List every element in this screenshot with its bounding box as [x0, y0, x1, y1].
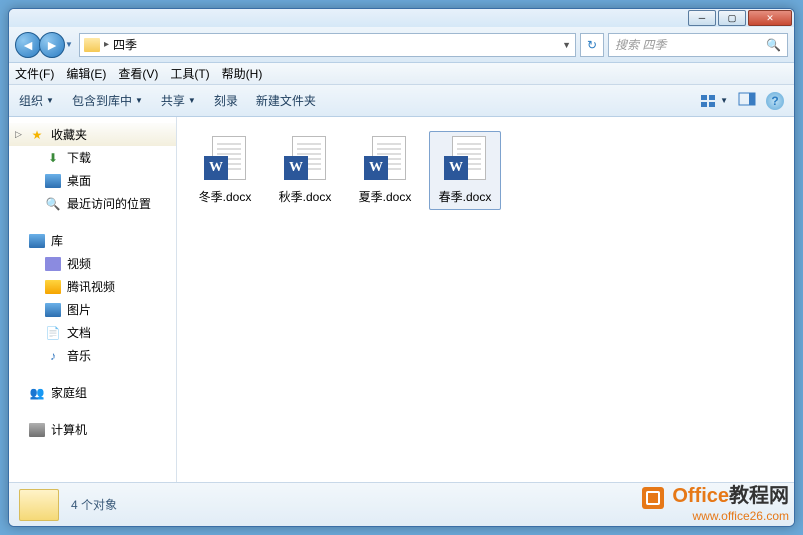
- desktop-icon: [45, 174, 61, 188]
- sidebar-computer[interactable]: 计算机: [9, 418, 176, 441]
- word-file-icon: W: [364, 136, 406, 184]
- chevron-down-icon: ▼: [720, 96, 728, 105]
- view-options-button[interactable]: ▼: [700, 94, 728, 108]
- preview-pane-button[interactable]: [738, 92, 756, 109]
- maximize-button[interactable]: ▢: [718, 10, 746, 26]
- menu-tools[interactable]: 工具(T): [170, 65, 209, 82]
- address-bar[interactable]: ▸ 四季 ▼: [79, 33, 576, 57]
- menu-bar: 文件(F) 编辑(E) 查看(V) 工具(T) 帮助(H): [9, 63, 794, 85]
- file-item[interactable]: W 夏季.docx: [349, 131, 421, 210]
- minimize-button[interactable]: ─: [688, 10, 716, 26]
- pictures-icon: [45, 303, 61, 317]
- video-icon: [45, 257, 61, 271]
- title-bar: ─ ▢ ✕: [9, 9, 794, 27]
- sidebar-libraries[interactable]: 库: [9, 229, 176, 252]
- download-icon: ⬇: [45, 151, 61, 165]
- window-controls: ─ ▢ ✕: [688, 10, 792, 26]
- view-icon: [700, 94, 718, 108]
- close-button[interactable]: ✕: [748, 10, 792, 26]
- computer-icon: [29, 423, 45, 437]
- sidebar-homegroup[interactable]: 👥 家庭组: [9, 381, 176, 404]
- music-icon: ♪: [45, 349, 61, 363]
- chevron-down-icon: ▼: [46, 96, 54, 105]
- document-icon: 📄: [45, 326, 61, 340]
- tencent-icon: [45, 280, 61, 294]
- organize-button[interactable]: 组织 ▼: [19, 92, 54, 109]
- burn-button[interactable]: 刻录: [214, 92, 238, 109]
- status-count: 4 个对象: [71, 496, 117, 513]
- preview-icon: [738, 92, 756, 106]
- nav-arrows: ◄ ► ▼: [15, 32, 75, 58]
- forward-button[interactable]: ►: [39, 32, 65, 58]
- sidebar-favorites[interactable]: ▷ ★ 收藏夹: [9, 123, 176, 146]
- search-placeholder: 搜索 四季: [615, 36, 666, 53]
- library-icon: [29, 234, 45, 248]
- file-name: 春季.docx: [439, 188, 492, 205]
- search-box[interactable]: 搜索 四季 🔍: [608, 33, 788, 57]
- body: ▷ ★ 收藏夹 ⬇下载 桌面 🔍最近访问的位置 库 视频 腾讯视频 图片 📄文档…: [9, 117, 794, 482]
- folder-icon: [84, 38, 100, 52]
- file-name: 夏季.docx: [359, 188, 412, 205]
- chevron-down-icon: ▼: [135, 96, 143, 105]
- refresh-button[interactable]: ↻: [580, 33, 604, 57]
- address-dropdown-icon[interactable]: ▼: [562, 40, 571, 50]
- back-button[interactable]: ◄: [15, 32, 41, 58]
- sidebar-desktop[interactable]: 桌面: [9, 169, 176, 192]
- navigation-bar: ◄ ► ▼ ▸ 四季 ▼ ↻ 搜索 四季 🔍: [9, 27, 794, 63]
- breadcrumb-folder[interactable]: 四季: [113, 36, 137, 53]
- breadcrumb-separator-icon: ▸: [104, 39, 109, 50]
- file-item[interactable]: W 春季.docx: [429, 131, 501, 210]
- history-dropdown[interactable]: ▼: [65, 40, 75, 49]
- collapse-icon: ▷: [15, 129, 22, 140]
- share-button[interactable]: 共享 ▼: [161, 92, 196, 109]
- menu-file[interactable]: 文件(F): [15, 65, 54, 82]
- watermark: Office教程网 www.office26.com: [642, 479, 789, 523]
- file-name: 冬季.docx: [199, 188, 252, 205]
- watermark-icon: [642, 487, 664, 509]
- navigation-pane: ▷ ★ 收藏夹 ⬇下载 桌面 🔍最近访问的位置 库 视频 腾讯视频 图片 📄文档…: [9, 117, 177, 482]
- command-bar: 组织 ▼ 包含到库中 ▼ 共享 ▼ 刻录 新建文件夹 ▼ ?: [9, 85, 794, 117]
- menu-help[interactable]: 帮助(H): [222, 65, 263, 82]
- word-file-icon: W: [444, 136, 486, 184]
- sidebar-pictures[interactable]: 图片: [9, 298, 176, 321]
- menu-edit[interactable]: 编辑(E): [66, 65, 106, 82]
- new-folder-button[interactable]: 新建文件夹: [256, 92, 316, 109]
- word-file-icon: W: [284, 136, 326, 184]
- help-button[interactable]: ?: [766, 92, 784, 110]
- menu-view[interactable]: 查看(V): [118, 65, 158, 82]
- explorer-window: ─ ▢ ✕ ◄ ► ▼ ▸ 四季 ▼ ↻ 搜索 四季 🔍 文件(F) 编辑(E)…: [8, 8, 795, 527]
- search-icon: 🔍: [766, 38, 781, 52]
- sidebar-recent[interactable]: 🔍最近访问的位置: [9, 192, 176, 215]
- include-library-button[interactable]: 包含到库中 ▼: [72, 92, 143, 109]
- file-name: 秋季.docx: [279, 188, 332, 205]
- homegroup-icon: 👥: [29, 386, 45, 400]
- sidebar-music[interactable]: ♪音乐: [9, 344, 176, 367]
- word-file-icon: W: [204, 136, 246, 184]
- file-list[interactable]: W 冬季.docx W 秋季.docx W 夏季.docx W 春季.docx: [177, 117, 794, 482]
- sidebar-documents[interactable]: 📄文档: [9, 321, 176, 344]
- file-item[interactable]: W 秋季.docx: [269, 131, 341, 210]
- star-icon: ★: [29, 128, 45, 142]
- chevron-down-icon: ▼: [188, 96, 196, 105]
- folder-icon: [19, 489, 59, 521]
- recent-icon: 🔍: [45, 197, 61, 211]
- sidebar-tencent[interactable]: 腾讯视频: [9, 275, 176, 298]
- sidebar-downloads[interactable]: ⬇下载: [9, 146, 176, 169]
- sidebar-videos[interactable]: 视频: [9, 252, 176, 275]
- file-item[interactable]: W 冬季.docx: [189, 131, 261, 210]
